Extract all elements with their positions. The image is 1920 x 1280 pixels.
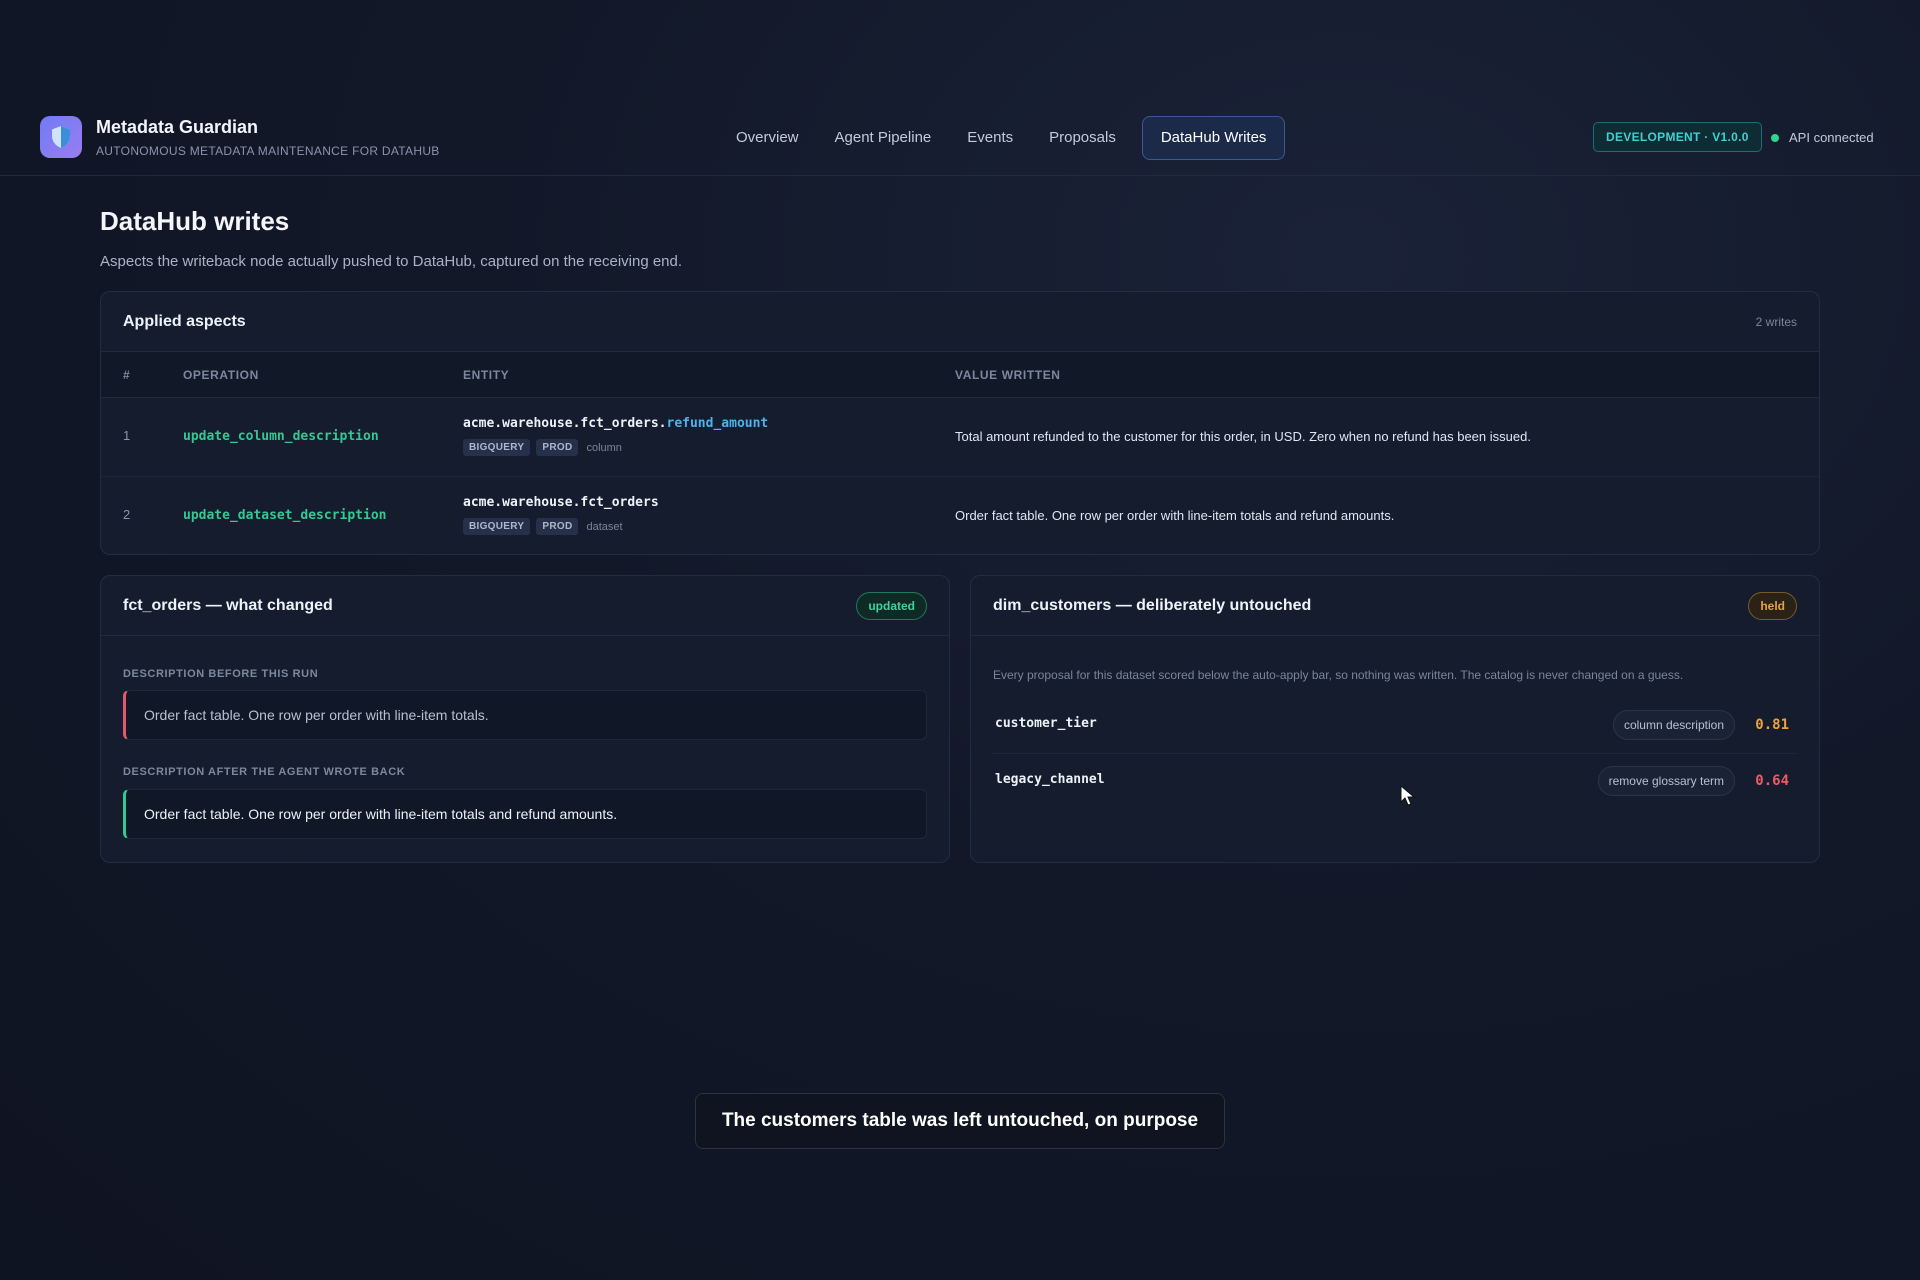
writes-count: 2 writes: [1755, 314, 1797, 329]
row-number: 1: [123, 428, 131, 443]
after-label: DESCRIPTION AFTER THE AGENT WROTE BACK: [123, 766, 406, 778]
field-name: legacy_channel: [995, 772, 1105, 787]
confidence-score: 0.64: [1755, 773, 1789, 789]
column-header-entity: ENTITY: [463, 368, 510, 382]
table-row[interactable]: 2 update_dataset_description acme.wareho…: [101, 477, 1819, 556]
nav-overview[interactable]: Overview: [718, 116, 817, 160]
page-subtitle: Aspects the writeback node actually push…: [100, 253, 683, 270]
entity-kind: column: [586, 441, 622, 454]
column-header-value: VALUE WRITTEN: [955, 368, 1061, 382]
entity-cell: acme.warehouse.fct_orders.refund_amount …: [463, 416, 768, 456]
table-row[interactable]: 1 update_column_description acme.warehou…: [101, 398, 1819, 477]
api-status: API connected: [1771, 130, 1874, 145]
proposal-kind: column description: [1612, 710, 1735, 740]
column-header-operation: OPERATION: [183, 368, 259, 382]
status-badge: updated: [856, 591, 927, 620]
brand[interactable]: Metadata Guardian AUTONOMOUS METADATA MA…: [40, 116, 440, 158]
description-after: Order fact table. One row per order with…: [123, 789, 927, 839]
before-label: DESCRIPTION BEFORE THIS RUN: [123, 668, 319, 680]
confidence-score: 0.81: [1755, 717, 1789, 733]
operation-name: update_column_description: [183, 429, 379, 444]
shield-icon: [40, 116, 82, 158]
list-item[interactable]: legacy_channel remove glossary term 0.64: [993, 754, 1797, 810]
nav-events[interactable]: Events: [949, 116, 1031, 160]
list-item[interactable]: customer_tier column description 0.81: [993, 698, 1797, 754]
nav-proposals[interactable]: Proposals: [1031, 116, 1134, 160]
entity-column: refund_amount: [666, 416, 769, 431]
entity-kind: dataset: [586, 520, 623, 533]
page-title: DataHub writes: [100, 206, 290, 236]
proposal-kind: remove glossary term: [1597, 766, 1735, 796]
row-number: 2: [123, 507, 131, 522]
column-header-num: #: [123, 368, 131, 382]
main-nav: Overview Agent Pipeline Events Proposals…: [718, 116, 1286, 160]
panel-title: fct_orders — what changed: [123, 596, 333, 614]
mouse-cursor-icon: [1400, 784, 1416, 812]
entity-base: acme.warehouse.fct_orders.: [463, 416, 667, 431]
nav-agent-pipeline[interactable]: Agent Pipeline: [817, 116, 950, 160]
description-before: Order fact table. One row per order with…: [123, 690, 927, 740]
panel-title: dim_customers — deliberately untouched: [993, 596, 1312, 614]
caption-banner: The customers table was left untouched, …: [695, 1093, 1225, 1149]
entity-urn: acme.warehouse.fct_orders.refund_amount: [463, 416, 768, 431]
status-dot-icon: [1771, 133, 1779, 142]
platform-tag: BIGQUERY: [463, 439, 531, 456]
entity-cell: acme.warehouse.fct_orders BIGQUERY PROD …: [463, 495, 659, 535]
env-tag: PROD: [536, 439, 579, 456]
entity-base: acme.warehouse.fct_orders: [463, 495, 659, 510]
app-header: Metadata Guardian AUTONOMOUS METADATA MA…: [0, 100, 1920, 176]
app-title: Metadata Guardian: [96, 116, 259, 137]
app-subtitle: AUTONOMOUS METADATA MAINTENANCE FOR DATA…: [96, 143, 440, 158]
status-badge: held: [1748, 591, 1797, 620]
nav-datahub-writes[interactable]: DataHub Writes: [1141, 116, 1286, 160]
value-written: Order fact table. One row per order with…: [955, 508, 1395, 523]
platform-tag: BIGQUERY: [463, 518, 531, 535]
env-badge: DEVELOPMENT · V1.0.0: [1593, 122, 1762, 152]
field-name: customer_tier: [995, 716, 1097, 731]
untouched-panel: dim_customers — deliberately untouched h…: [970, 575, 1820, 863]
value-written: Total amount refunded to the customer fo…: [955, 429, 1531, 444]
what-changed-panel: fct_orders — what changed updated DESCRI…: [100, 575, 950, 863]
api-status-label: API connected: [1789, 130, 1874, 145]
applied-aspects-panel: Applied aspects 2 writes # OPERATION ENT…: [100, 291, 1820, 555]
operation-name: update_dataset_description: [183, 508, 387, 523]
entity-urn: acme.warehouse.fct_orders: [463, 495, 659, 510]
panel-title: Applied aspects: [123, 312, 246, 330]
untouched-note: Every proposal for this dataset scored b…: [993, 668, 1684, 682]
env-tag: PROD: [536, 518, 579, 535]
table-header: # OPERATION ENTITY VALUE WRITTEN: [101, 352, 1819, 398]
